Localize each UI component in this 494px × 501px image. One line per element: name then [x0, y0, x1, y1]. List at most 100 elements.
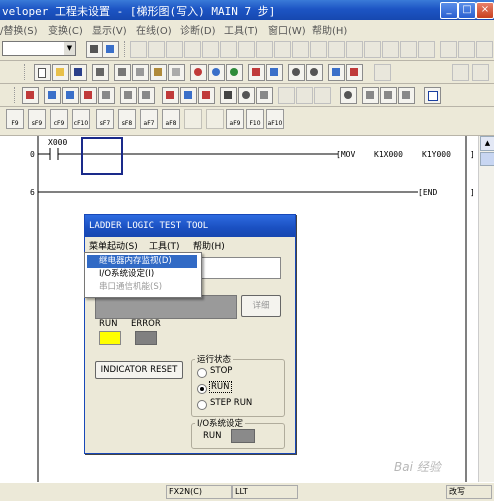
minimize-button[interactable]: _	[440, 2, 458, 19]
scroll-up-arrow[interactable]: ▲	[480, 136, 494, 151]
stop-radio[interactable]	[197, 368, 207, 378]
alias-button[interactable]	[198, 87, 215, 104]
fkey-contact-button[interactable]: F9	[6, 109, 24, 129]
monitor-button[interactable]	[346, 64, 363, 81]
maximize-button[interactable]: □	[458, 2, 476, 19]
window-button[interactable]	[424, 87, 441, 104]
fkey-contact-button[interactable]: aF9	[226, 109, 244, 129]
error-label: ERROR	[131, 319, 161, 329]
vertical-scrollbar[interactable]: ▲	[478, 136, 494, 482]
step-run-radio[interactable]	[197, 400, 207, 410]
save-button[interactable]	[70, 64, 87, 81]
split-button-2[interactable]	[380, 87, 397, 104]
stop-radio-label[interactable]: STOP	[210, 366, 232, 376]
toolbar-button-disabled	[296, 87, 313, 104]
scissors-icon	[118, 68, 126, 76]
compare-button[interactable]	[328, 64, 345, 81]
dialog-menu-start[interactable]: 菜单起动(S)	[89, 239, 138, 252]
run-radio[interactable]	[197, 384, 207, 394]
list-icon	[106, 45, 114, 53]
find-icon	[212, 68, 220, 76]
print-button[interactable]	[92, 64, 109, 81]
dropdown-item-relay-monitor[interactable]: 继电器内存监视(D)	[87, 255, 197, 268]
menu-diagnostics[interactable]: 诊断(D)	[180, 22, 216, 37]
run-indicator	[99, 331, 121, 345]
list-button[interactable]	[256, 87, 273, 104]
menu-window[interactable]: 窗口(W)	[268, 22, 306, 37]
fkey-label: aF9	[229, 120, 241, 127]
fkey-contact-button[interactable]: aF8	[162, 109, 180, 129]
open-file-button[interactable]	[52, 64, 69, 81]
step-run-radio-label[interactable]: STEP RUN	[210, 398, 252, 408]
fkey-contact-button[interactable]: sF9	[28, 109, 46, 129]
dialog-title: LADDER LOGIC TEST TOOL	[85, 215, 295, 237]
fkey-label: cF9	[53, 120, 65, 127]
device-button[interactable]	[162, 87, 179, 104]
fkey-contact-button[interactable]: cF9	[50, 109, 68, 129]
dialog-menu-tools[interactable]: 工具(T)	[149, 239, 180, 252]
fkey-contact-button[interactable]: sF7	[96, 109, 114, 129]
program-combo[interactable]: ▼	[2, 41, 76, 56]
edit-mode-button[interactable]	[80, 87, 97, 104]
dropdown-item-serial-comm: 串口通信机能(S)	[99, 282, 163, 292]
dropdown-item-io-setting[interactable]: I/O系统设定(I)	[87, 268, 197, 281]
toolbar-button-disabled	[472, 64, 489, 81]
comment-button[interactable]	[98, 87, 115, 104]
monitor-icon	[66, 91, 74, 99]
read-button[interactable]	[266, 64, 283, 81]
fkey-contact-button[interactable]: cF10	[72, 109, 90, 129]
chevron-down-icon[interactable]: ▼	[64, 42, 75, 55]
ladder-view-button[interactable]	[22, 87, 39, 104]
toolbar-button-disabled	[278, 87, 295, 104]
window-title-bar: veloper 工程未设置 - [梯形图(写入) MAIN 7 步] _ □ ×	[0, 0, 494, 20]
scroll-thumb[interactable]	[480, 152, 494, 166]
menu-help[interactable]: 帮助(H)	[312, 22, 347, 37]
toolbar-button-disabled	[382, 41, 399, 58]
run-radio-label[interactable]: RUN	[209, 381, 232, 393]
statement-button[interactable]	[138, 87, 155, 104]
menu-find-replace[interactable]: /替换(S)	[0, 22, 38, 37]
note-button[interactable]	[180, 87, 197, 104]
menu-tools[interactable]: 工具(T)	[224, 22, 258, 37]
write-button[interactable]	[248, 64, 265, 81]
label-button[interactable]	[120, 87, 137, 104]
close-button[interactable]: ×	[476, 2, 494, 19]
dialog-menu-help[interactable]: 帮助(H)	[193, 239, 225, 252]
settings-button[interactable]	[238, 87, 255, 104]
menu-online[interactable]: 在线(O)	[136, 22, 172, 37]
split-button[interactable]	[362, 87, 379, 104]
memory-button[interactable]	[220, 87, 237, 104]
note-icon	[184, 91, 192, 99]
ladder-test-button[interactable]	[340, 87, 357, 104]
program-settings-button[interactable]	[86, 41, 103, 58]
paste-button[interactable]	[150, 64, 167, 81]
detail-button[interactable]: 详细	[241, 295, 281, 317]
fkey-contact-button[interactable]: aF7	[140, 109, 158, 129]
toolbar-button-disabled	[310, 41, 327, 58]
zoom-out-button[interactable]	[306, 64, 323, 81]
fkey-contact-button[interactable]: F10	[246, 109, 264, 129]
fkey-contact-button[interactable]: aF10	[266, 109, 284, 129]
menu-convert[interactable]: 变换(C)	[48, 22, 83, 37]
mode-status: LLT	[232, 485, 298, 499]
new-file-button[interactable]	[34, 64, 51, 81]
comment-icon	[102, 91, 110, 99]
indicator-reset-button[interactable]: INDICATOR RESET	[95, 361, 183, 379]
program-list-button[interactable]	[102, 41, 119, 58]
find-instruction-button[interactable]	[208, 64, 225, 81]
contact-label: X000	[48, 138, 68, 147]
list-view-button[interactable]	[44, 87, 61, 104]
zoom-in-button[interactable]	[288, 64, 305, 81]
copy-button[interactable]	[132, 64, 149, 81]
find-contact-button[interactable]	[226, 64, 243, 81]
undo-button[interactable]	[168, 64, 185, 81]
doc-icon	[90, 45, 98, 53]
write-icon	[252, 68, 260, 76]
toolbar-button-disabled	[458, 41, 475, 58]
menu-view[interactable]: 显示(V)	[92, 22, 127, 37]
split-button-3[interactable]	[398, 87, 415, 104]
fkey-contact-button[interactable]: sF8	[118, 109, 136, 129]
find-device-button[interactable]	[190, 64, 207, 81]
cut-button[interactable]	[114, 64, 131, 81]
monitor-mode-button[interactable]	[62, 87, 79, 104]
